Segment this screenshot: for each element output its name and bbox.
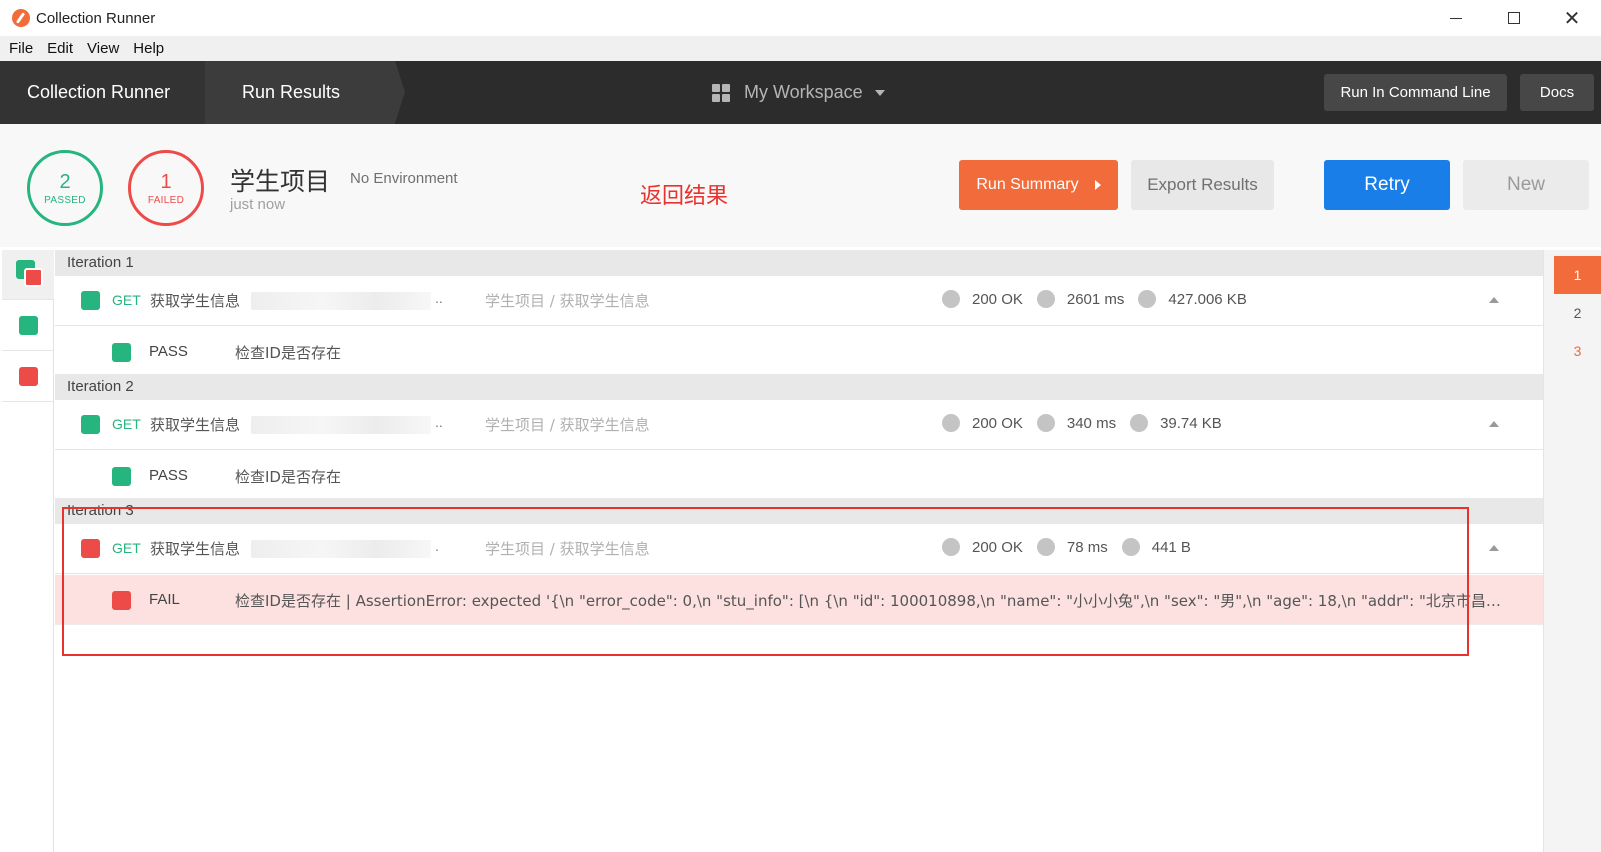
status-dot-icon [942, 290, 960, 308]
size-dot-icon [1138, 290, 1157, 308]
request-url-tail: .. [435, 290, 443, 306]
workspace-grid-icon [712, 83, 730, 102]
result-filter-column [2, 250, 54, 852]
close-icon: ✕ [1563, 6, 1581, 30]
collection-name: 学生项目 [230, 167, 331, 196]
workspace-dropdown[interactable]: My Workspace [712, 61, 885, 124]
request-method: GET [112, 416, 141, 432]
passed-count-badge: 2 PASSED [27, 150, 103, 226]
fail-square-icon [19, 367, 38, 386]
request-url-redacted [251, 416, 431, 434]
run-summary-strip: 2 PASSED 1 FAILED 学生项目 No Environment ju… [0, 124, 1601, 247]
response-size: 427.006 KB [1168, 290, 1247, 308]
export-results-button[interactable]: Export Results [1131, 160, 1274, 210]
pass-square-icon [112, 467, 131, 486]
response-status: 200 OK [972, 414, 1023, 432]
retry-button[interactable]: Retry [1324, 160, 1450, 210]
failed-count-badge: 1 FAILED [128, 150, 204, 226]
close-button[interactable]: ✕ [1543, 0, 1601, 36]
app-header: Collection Runner Run Results My Workspa… [0, 61, 1601, 124]
window-controls: ✕ [1427, 0, 1601, 36]
annotation-text: 返回结果 [640, 184, 729, 209]
menu-help[interactable]: Help [126, 40, 171, 57]
iteration-nav-1[interactable]: 1 [1554, 256, 1601, 294]
fail-square-icon [24, 268, 43, 287]
response-stats: 200 OK 340 ms 39.74 KB [942, 414, 1236, 432]
size-dot-icon [1130, 414, 1149, 432]
response-size: 39.74 KB [1160, 414, 1222, 432]
run-summary-label: Run Summary [976, 176, 1079, 193]
menu-bar: File Edit View Help [0, 36, 1601, 61]
minimize-icon [1450, 17, 1462, 19]
passed-count: 2 [59, 170, 71, 193]
response-status: 200 OK [972, 290, 1023, 308]
request-row[interactable]: GET 获取学生信息 .. 学生项目 / 获取学生信息 200 OK 340 m… [55, 400, 1543, 450]
collapse-caret-icon[interactable] [1489, 421, 1499, 427]
iteration-nav-2[interactable]: 2 [1554, 294, 1601, 332]
passed-label: PASSED [44, 194, 86, 206]
request-path: 学生项目 / 获取学生信息 [485, 416, 650, 434]
run-time: just now [230, 196, 286, 213]
time-dot-icon [1036, 290, 1055, 308]
failed-count: 1 [160, 170, 172, 193]
pass-square-icon [81, 291, 100, 310]
response-time: 2601 ms [1066, 290, 1125, 308]
status-dot-icon [942, 414, 960, 432]
test-result-row: PASS 检查ID是否存在 [55, 451, 1543, 501]
time-dot-icon [1036, 414, 1055, 432]
breadcrumb-run-results[interactable]: Run Results [205, 61, 405, 124]
pass-square-icon [81, 415, 100, 434]
request-url-redacted [251, 292, 431, 310]
iteration-header: Iteration 2 [55, 374, 1543, 400]
minimize-button[interactable] [1427, 0, 1485, 36]
docs-button[interactable]: Docs [1520, 74, 1594, 111]
response-time: 340 ms [1066, 414, 1117, 432]
request-name: 获取学生信息 [150, 292, 241, 310]
iteration-header: Iteration 1 [55, 250, 1543, 276]
menu-edit[interactable]: Edit [40, 40, 80, 57]
new-button[interactable]: New [1463, 160, 1589, 210]
filter-failed-button[interactable] [2, 352, 54, 402]
response-stats: 200 OK 2601 ms 427.006 KB [942, 290, 1261, 308]
annotation-highlight-box [62, 507, 1469, 656]
filter-all-button[interactable] [2, 250, 54, 300]
caret-right-icon [1094, 180, 1101, 190]
chevron-down-icon [874, 89, 885, 96]
run-in-command-line-button[interactable]: Run In Command Line [1324, 74, 1507, 111]
maximize-button[interactable] [1485, 0, 1543, 36]
menu-view[interactable]: View [80, 40, 126, 57]
menu-file[interactable]: File [2, 40, 40, 57]
request-name: 获取学生信息 [150, 416, 241, 434]
postman-logo-icon [12, 9, 30, 27]
title-bar: Collection Runner ✕ [0, 0, 1601, 36]
test-message: 检查ID是否存在 [235, 468, 341, 486]
request-url-tail: .. [435, 414, 443, 430]
filter-passed-button[interactable] [2, 301, 54, 351]
breadcrumb-collection-runner[interactable]: Collection Runner [0, 61, 215, 124]
test-status: PASS [149, 467, 188, 484]
collapse-caret-icon[interactable] [1489, 545, 1499, 551]
test-result-row: PASS 检查ID是否存在 [55, 327, 1543, 377]
results-scrollbar[interactable] [1543, 250, 1554, 852]
collapse-caret-icon[interactable] [1489, 297, 1499, 303]
maximize-icon [1508, 12, 1520, 24]
window-title: Collection Runner [36, 9, 156, 27]
failed-label: FAILED [147, 194, 185, 206]
request-path: 学生项目 / 获取学生信息 [485, 292, 650, 310]
iteration-nav-3[interactable]: 3 [1554, 332, 1601, 370]
pass-square-icon [112, 343, 131, 362]
environment-name: No Environment [350, 170, 458, 187]
test-status: PASS [149, 343, 188, 360]
iteration-navigator: 1 2 3 [1554, 250, 1601, 852]
workspace-label: My Workspace [744, 82, 863, 102]
request-method: GET [112, 292, 141, 308]
request-row[interactable]: GET 获取学生信息 .. 学生项目 / 获取学生信息 200 OK 2601 … [55, 276, 1543, 326]
test-message: 检查ID是否存在 [235, 344, 341, 362]
pass-square-icon [19, 316, 38, 335]
run-summary-button[interactable]: Run Summary [959, 160, 1118, 210]
